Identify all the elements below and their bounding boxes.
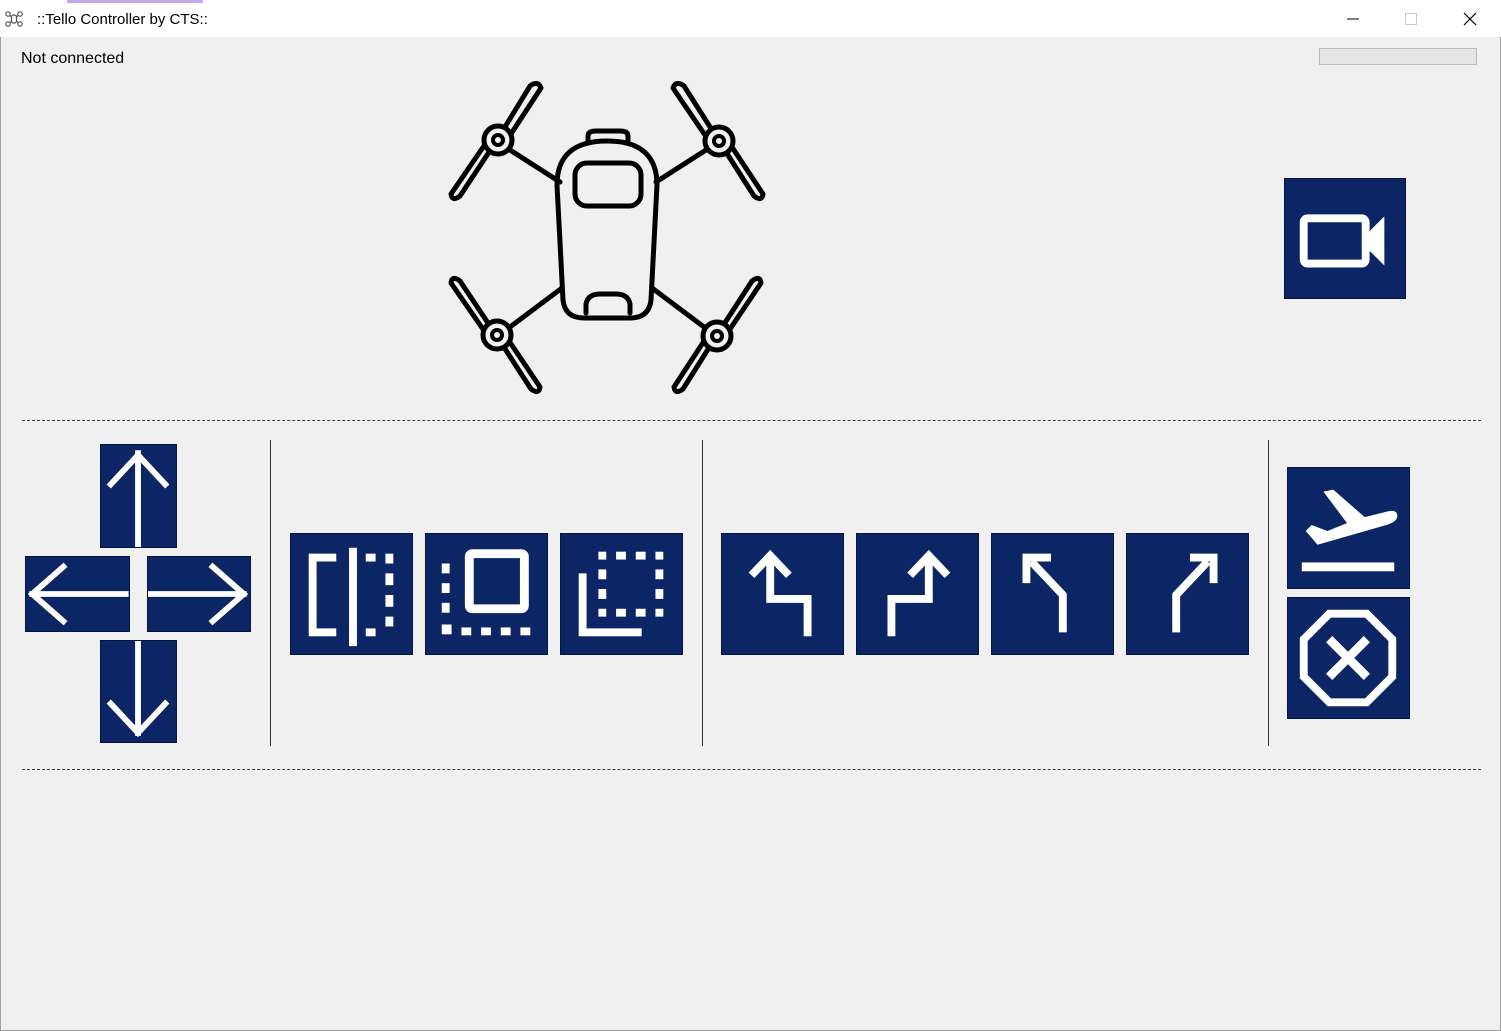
move-right-button[interactable] [147, 556, 251, 632]
close-button[interactable] [1441, 0, 1499, 37]
move-backward-button[interactable] [100, 640, 177, 743]
window-title: ::Tello Controller by CTS:: [37, 11, 208, 28]
video-camera-icon [1299, 214, 1385, 268]
title-accent [67, 0, 203, 3]
connection-status: Not connected [21, 50, 125, 67]
group-separator-2 [702, 440, 703, 746]
frame-center-button[interactable] [425, 533, 548, 655]
bear-left-icon [1022, 553, 1067, 633]
minimize-button[interactable] [1324, 0, 1382, 37]
move-forward-button[interactable] [100, 444, 177, 548]
emergency-stop-button[interactable] [1287, 597, 1410, 719]
takeoff-button[interactable] [1287, 467, 1410, 589]
drone-app-icon [5, 11, 23, 27]
bear-left-button[interactable] [991, 533, 1114, 655]
group-separator-3 [1268, 440, 1269, 746]
minimize-icon [1347, 18, 1359, 19]
battery-progress-bar [1319, 48, 1477, 65]
arrow-up-icon [106, 450, 170, 547]
video-record-button[interactable] [1284, 178, 1406, 299]
maximize-icon [1405, 12, 1417, 25]
takeoff-icon [1301, 489, 1398, 572]
bear-right-button[interactable] [1126, 533, 1249, 655]
turn-right-icon [887, 549, 951, 637]
arrow-left-icon [27, 562, 129, 626]
frame-center-icon [441, 549, 531, 636]
close-icon [1463, 12, 1477, 25]
arrow-right-icon [148, 562, 249, 626]
maximize-button[interactable] [1382, 0, 1440, 37]
arrow-down-icon [106, 641, 170, 738]
turn-right-button[interactable] [856, 533, 979, 655]
turn-left-button[interactable] [721, 533, 844, 655]
flip-mirror-icon [308, 547, 394, 647]
title-bar[interactable]: ::Tello Controller by CTS:: [0, 0, 1501, 37]
group-separator-1 [270, 440, 271, 746]
flip-button[interactable] [290, 533, 413, 655]
move-left-button[interactable] [25, 556, 130, 632]
drone-icon [448, 80, 766, 395]
section-divider-top [22, 420, 1481, 421]
turn-left-icon [748, 549, 812, 637]
bear-right-icon [1172, 553, 1218, 633]
emergency-stop-icon [1299, 609, 1397, 707]
frame-corner-icon [578, 551, 664, 637]
section-divider-bottom [22, 769, 1481, 770]
frame-corner-button[interactable] [560, 533, 683, 655]
